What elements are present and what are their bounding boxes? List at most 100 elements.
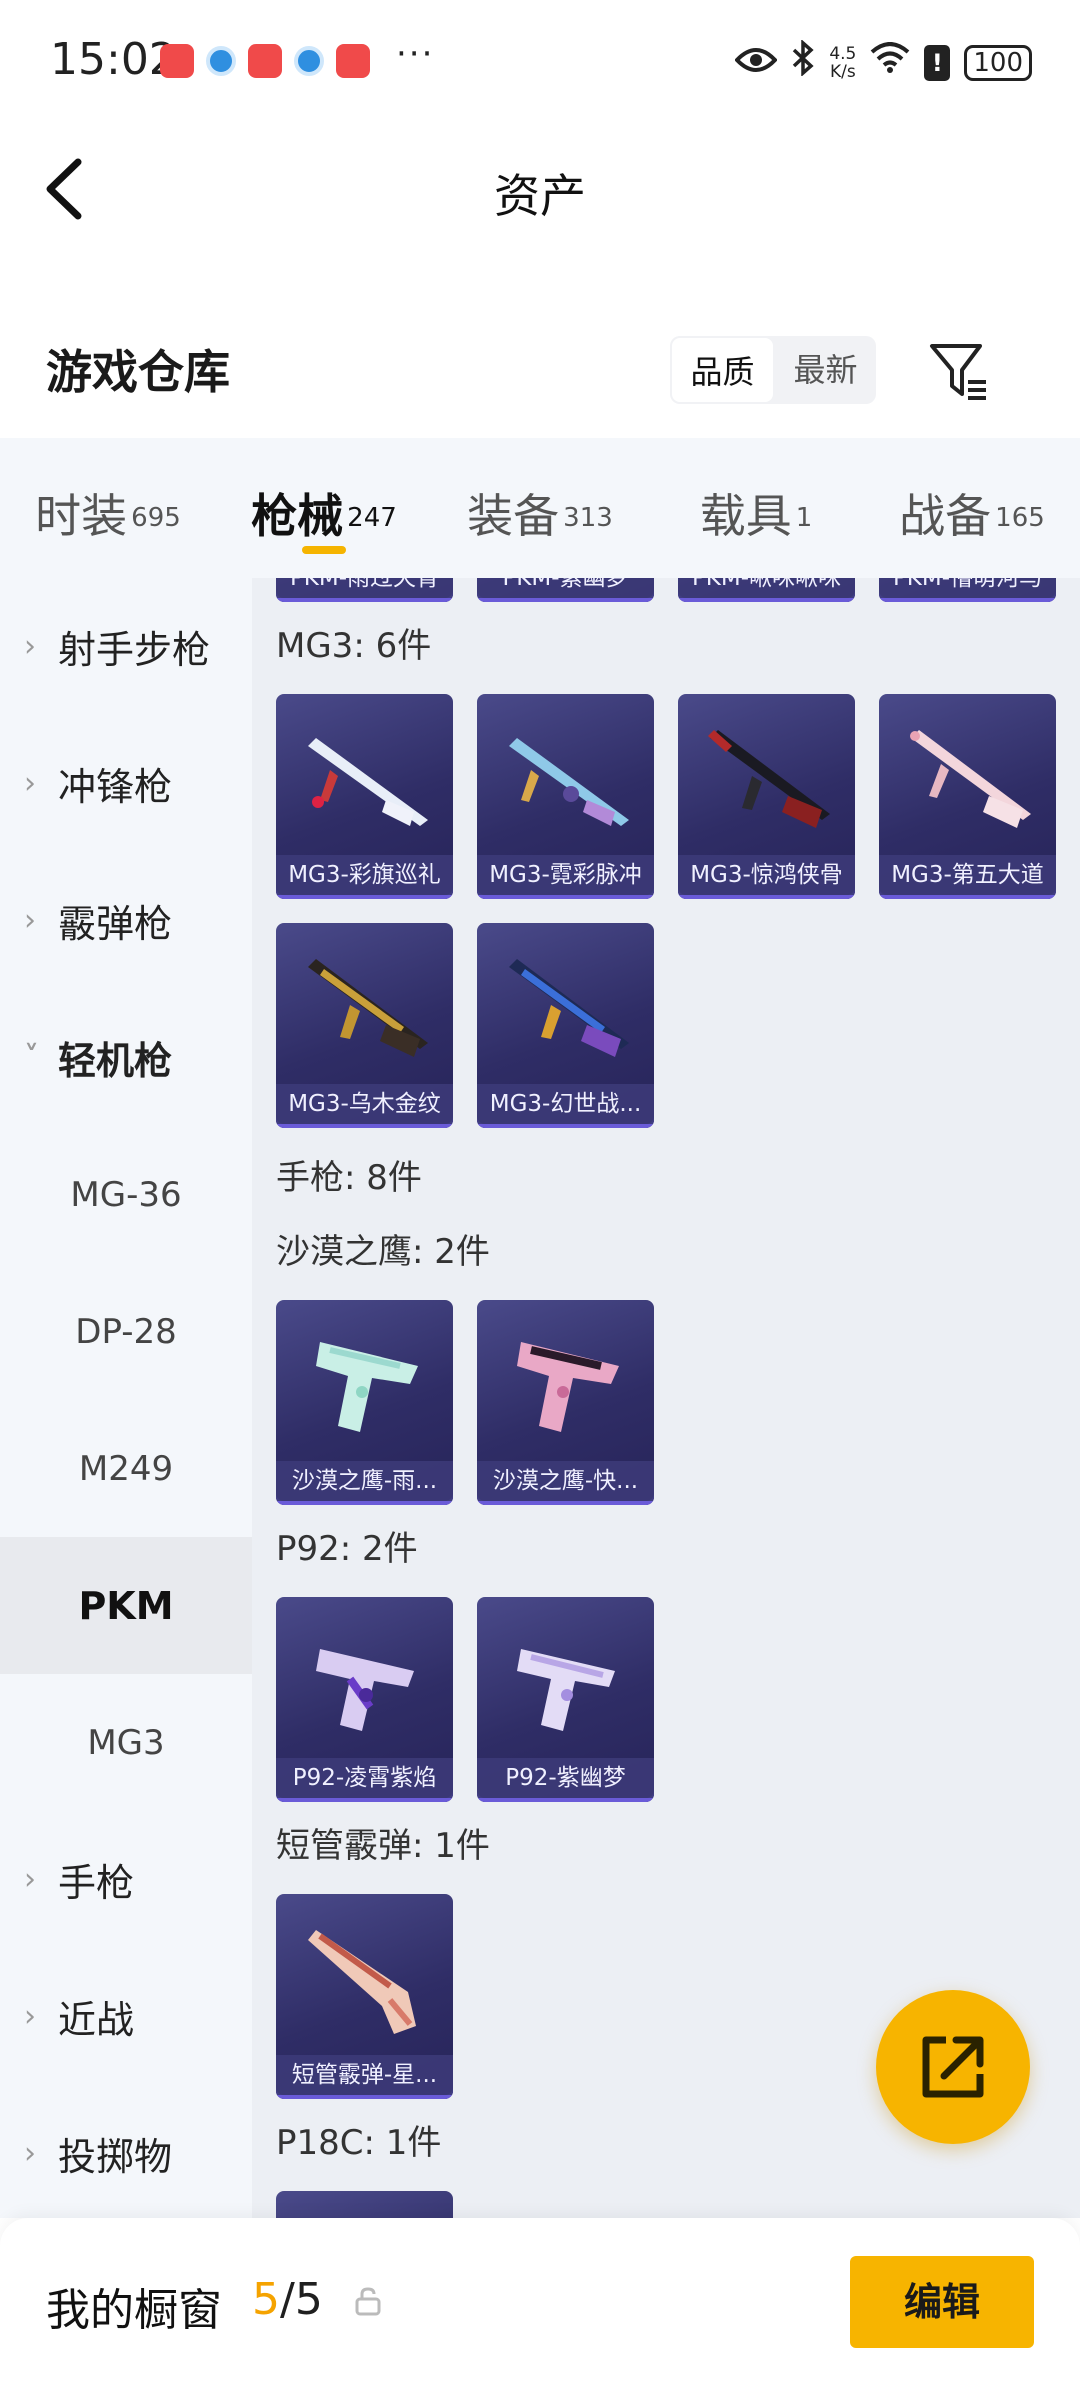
shopping-app-icon: [248, 44, 282, 78]
skin-card[interactable]: MG3-幻世战...: [477, 923, 654, 1128]
title-bar: 资产: [0, 124, 1080, 254]
skin-name: MG3-第五大道: [879, 855, 1056, 895]
sidebar-item-shotgun[interactable]: › 霰弹枪: [0, 852, 252, 989]
more-notifications-icon: ···: [396, 34, 435, 74]
sidebar-item-lmg[interactable]: ˅ 轻机枪: [0, 989, 252, 1126]
machine-gun-icon: [910, 730, 1031, 828]
skin-card[interactable]: PKM-懵萌河马: [879, 578, 1056, 602]
tab-firearms[interactable]: 枪械 247: [216, 438, 432, 578]
section-title-desert-eagle: 沙漠之鹰: 2件: [276, 1232, 490, 1272]
tab-vehicles[interactable]: 载具 1: [648, 438, 864, 578]
p18c-skin-grid: [276, 2191, 1066, 2218]
sidebar-item-pistol[interactable]: › 手枪: [0, 1811, 252, 1948]
share-button[interactable]: [876, 1990, 1030, 2144]
page-title: 资产: [494, 169, 586, 223]
skin-card[interactable]: PKM-啾咪啾咪: [678, 578, 855, 602]
showcase-count: 5/5: [252, 2274, 323, 2325]
sidebar-item-m249[interactable]: M249: [0, 1400, 252, 1537]
chevron-right-icon: ›: [24, 766, 36, 801]
edit-button[interactable]: 编辑: [850, 2256, 1034, 2348]
pkm-skin-grid: PKM-雨过天青 PKM-紫幽梦 PKM-啾咪啾咪 PKM-懵萌河马: [276, 578, 1066, 602]
skin-card[interactable]: PKM-雨过天青: [276, 578, 453, 602]
browser-app-icon: [206, 46, 236, 76]
tab-fashion[interactable]: 时装 695: [0, 438, 216, 578]
sort-quality-option[interactable]: 品质: [670, 336, 775, 404]
section-title-pistol: 手枪: 8件: [276, 1158, 422, 1198]
skin-card[interactable]: P92-紫幽梦: [477, 1597, 654, 1802]
battery-indicator: 100: [964, 44, 1032, 81]
wifi-icon: [870, 42, 910, 83]
skin-card[interactable]: MG3-乌木金纹: [276, 923, 453, 1128]
skin-card[interactable]: 沙漠之鹰-雨...: [276, 1300, 453, 1505]
skin-card[interactable]: 短管霰弹-星...: [276, 1894, 453, 2099]
desert-eagle-skin-grid: 沙漠之鹰-雨... 沙漠之鹰-快...: [276, 1300, 1066, 1505]
alert-icon: !: [924, 44, 951, 81]
skin-name: PKM-啾咪啾咪: [678, 578, 855, 598]
tab-combat-gear[interactable]: 战备 165: [864, 438, 1080, 578]
section-title-p92: P92: 2件: [276, 1529, 418, 1569]
sidebar-item-mg36[interactable]: MG-36: [0, 1126, 252, 1263]
external-link-icon: [922, 2036, 984, 2098]
pistol-icon: [517, 1649, 615, 1731]
skin-name: MG3-霓彩脉冲: [477, 855, 654, 895]
shopping-app-icon: [160, 44, 194, 78]
skin-name: MG3-乌木金纹: [276, 1084, 453, 1124]
skin-name: PKM-紫幽梦: [477, 578, 654, 598]
shotgun-icon: [308, 1930, 416, 2034]
sidebar-item-marksman-rifle[interactable]: › 射手步枪: [0, 578, 252, 715]
skin-name: MG3-惊鸿侠骨: [678, 855, 855, 895]
skin-card[interactable]: MG3-霓彩脉冲: [477, 694, 654, 899]
chevron-right-icon: ›: [24, 903, 36, 938]
skin-name: MG3-彩旗巡礼: [276, 855, 453, 895]
pistol-icon: [316, 1649, 414, 1731]
machine-gun-icon: [308, 738, 428, 826]
skin-name: 短管霰弹-星...: [276, 2055, 453, 2095]
skin-card[interactable]: 沙漠之鹰-快...: [477, 1300, 654, 1505]
machine-gun-icon: [708, 730, 830, 828]
skin-card[interactable]: MG3-第五大道: [879, 694, 1056, 899]
browser-app-icon: [294, 46, 324, 76]
skin-name: MG3-幻世战...: [477, 1084, 654, 1124]
sidebar-item-throwables[interactable]: › 投掷物: [0, 2085, 252, 2218]
lock-icon: [355, 2287, 381, 2316]
skin-card[interactable]: MG3-彩旗巡礼: [276, 694, 453, 899]
category-tabs: 时装 695 枪械 247 装备 313 载具 1 战备 165: [0, 438, 1080, 578]
chevron-right-icon: ›: [24, 629, 36, 664]
bluetooth-icon: [791, 39, 815, 85]
notification-icons: [160, 44, 370, 78]
network-speed: 4.5 K/s: [829, 43, 857, 82]
sort-newest-option[interactable]: 最新: [775, 336, 876, 404]
sidebar-item-melee[interactable]: › 近战: [0, 1948, 252, 2085]
chevron-right-icon: ›: [24, 1862, 36, 1897]
skin-name: PKM-雨过天青: [276, 578, 453, 598]
eye-icon: [734, 43, 779, 83]
section-title-mg3: MG3: 6件: [276, 626, 432, 666]
shopping-app-icon: [336, 44, 370, 78]
status-time: 15:02: [50, 34, 177, 85]
chevron-right-icon: ›: [24, 2136, 36, 2171]
sidebar-item-pkm[interactable]: PKM: [0, 1537, 252, 1674]
machine-gun-icon: [509, 738, 629, 826]
machine-gun-icon: [308, 959, 428, 1057]
filter-icon: [930, 344, 986, 400]
sort-toggle: 品质 最新: [670, 336, 876, 404]
chevron-down-icon: ˅: [24, 1040, 39, 1075]
chevron-right-icon: ›: [24, 1999, 36, 2034]
sidebar-item-dp28[interactable]: DP-28: [0, 1263, 252, 1400]
tab-equipment[interactable]: 装备 313: [432, 438, 648, 578]
filter-button[interactable]: [928, 340, 990, 402]
section-title-sawed-off: 短管霰弹: 1件: [276, 1826, 490, 1866]
skin-card[interactable]: P92-凌霄紫焰: [276, 1597, 453, 1802]
skin-name: P92-紫幽梦: [477, 1758, 654, 1798]
skin-card[interactable]: [276, 2191, 453, 2218]
skin-card[interactable]: PKM-紫幽梦: [477, 578, 654, 602]
skin-card[interactable]: MG3-惊鸿侠骨: [678, 694, 855, 899]
status-right: 4.5 K/s ! 100: [734, 39, 1032, 85]
sidebar-item-mg3[interactable]: MG3: [0, 1674, 252, 1811]
skin-name: 沙漠之鹰-雨...: [276, 1461, 453, 1501]
active-tab-indicator: [302, 546, 346, 554]
warehouse-title: 游戏仓库: [46, 345, 230, 399]
weapon-skin-list[interactable]: PKM-雨过天青 PKM-紫幽梦 PKM-啾咪啾咪 PKM-懵萌河马 MG3: …: [252, 578, 1080, 2218]
sidebar-item-smg[interactable]: › 冲锋枪: [0, 715, 252, 852]
skin-name: 沙漠之鹰-快...: [477, 1461, 654, 1501]
